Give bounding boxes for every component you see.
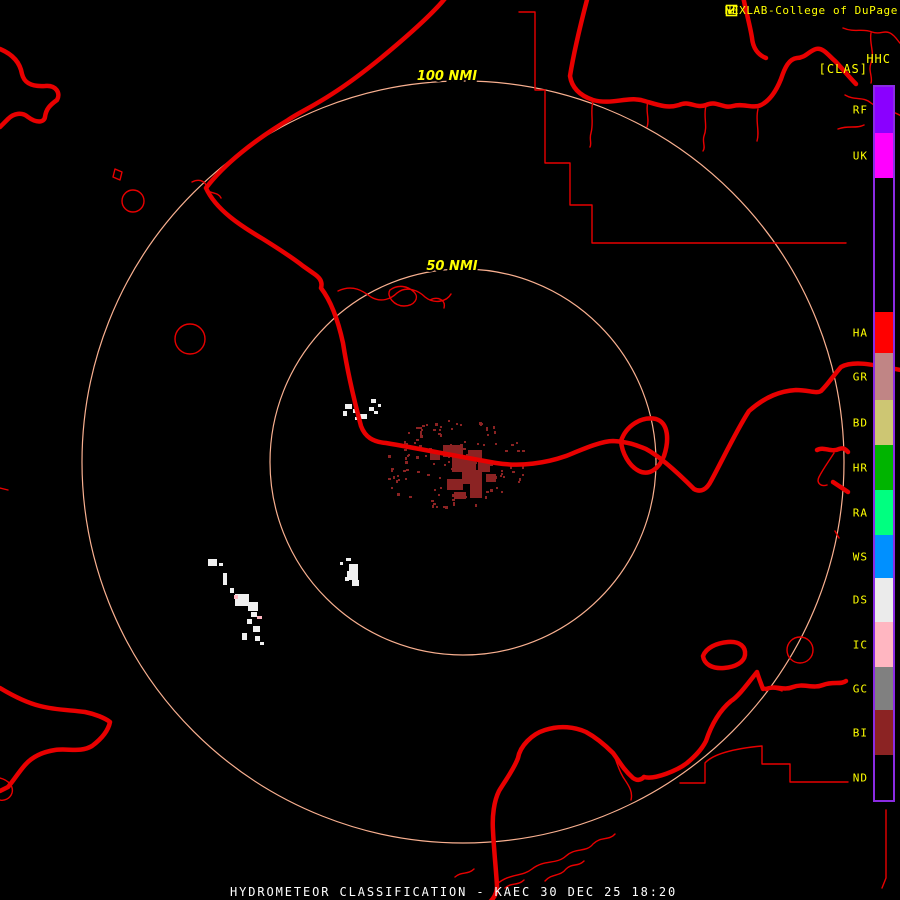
rightmid-river-thin [818,453,839,538]
legend-label-GR: GR [853,370,868,383]
legend-seg-BI [875,710,893,755]
legend-seg-DS [875,578,893,622]
legend-seg-IC [875,622,893,667]
legend-seg-HR [875,445,893,490]
external-link-icon [725,4,738,17]
legend-seg-UK [875,133,893,178]
legend-label-BD: BD [853,416,868,429]
county-boundary-steps-top [519,12,846,243]
classification-tag: [CLAS] [819,62,868,76]
legend-label-GC: GC [853,682,868,695]
legend-label-ND: ND [853,771,868,784]
product-code-label: HHC [866,52,891,66]
island-bottomright [703,642,745,668]
legend-seg-BD [875,400,893,445]
brand-row: NEXLAB-College of DuPage [725,4,898,17]
radar-map: 100 NMI 50 NMI [0,0,900,900]
legend-seg-RF [875,87,893,133]
legend-seg-GC [875,667,893,710]
range-label-100nmi: 100 NMI [417,69,477,84]
legend-label-HR: HR [853,461,868,474]
legend-bar [873,85,895,802]
legend-label-DS: DS [853,594,868,607]
map-circle-small [122,190,144,212]
range-label-50nmi: 50 NMI [426,259,477,274]
islet-bottomleft-thin [0,488,12,800]
lagoon-outline [490,727,644,900]
legend-label-WS: WS [853,550,868,563]
legend-seg-WS [875,535,893,578]
legend-label-RF: RF [853,104,868,117]
legend-seg-gap [875,178,893,312]
range-ring-labels: 100 NMI 50 NMI [417,69,478,274]
legend-label-BI: BI [853,726,868,739]
legend-label-HA: HA [853,326,868,339]
bay-inlets-thin [590,101,758,151]
coastline-bottomright-diagonal [644,672,846,778]
cape-bottomleft [0,688,110,791]
county-boundary-steps-bottomright [680,746,886,888]
legend-label-IC: IC [853,638,868,651]
bay-loop-rightmid [621,418,667,472]
legend-seg-HA [875,312,893,353]
legend-label-UK: UK [853,149,868,162]
legend-seg-ND [875,755,893,800]
map-circle-left [175,324,205,354]
legend-label-RA: RA [853,506,868,519]
product-caption: HYDROMETEOR CLASSIFICATION - KAEC 30 DEC… [230,885,677,899]
brand-text: NEXLAB-College of DuPage [725,4,898,17]
legend-seg-RA [875,490,893,535]
landmass-topleft [0,49,58,127]
islet-detail [113,169,122,180]
radar-display: 100 NMI 50 NMI NEXLAB-College of DuPage … [0,0,900,900]
coastline-main [206,0,900,491]
legend-seg-GR [875,353,893,400]
